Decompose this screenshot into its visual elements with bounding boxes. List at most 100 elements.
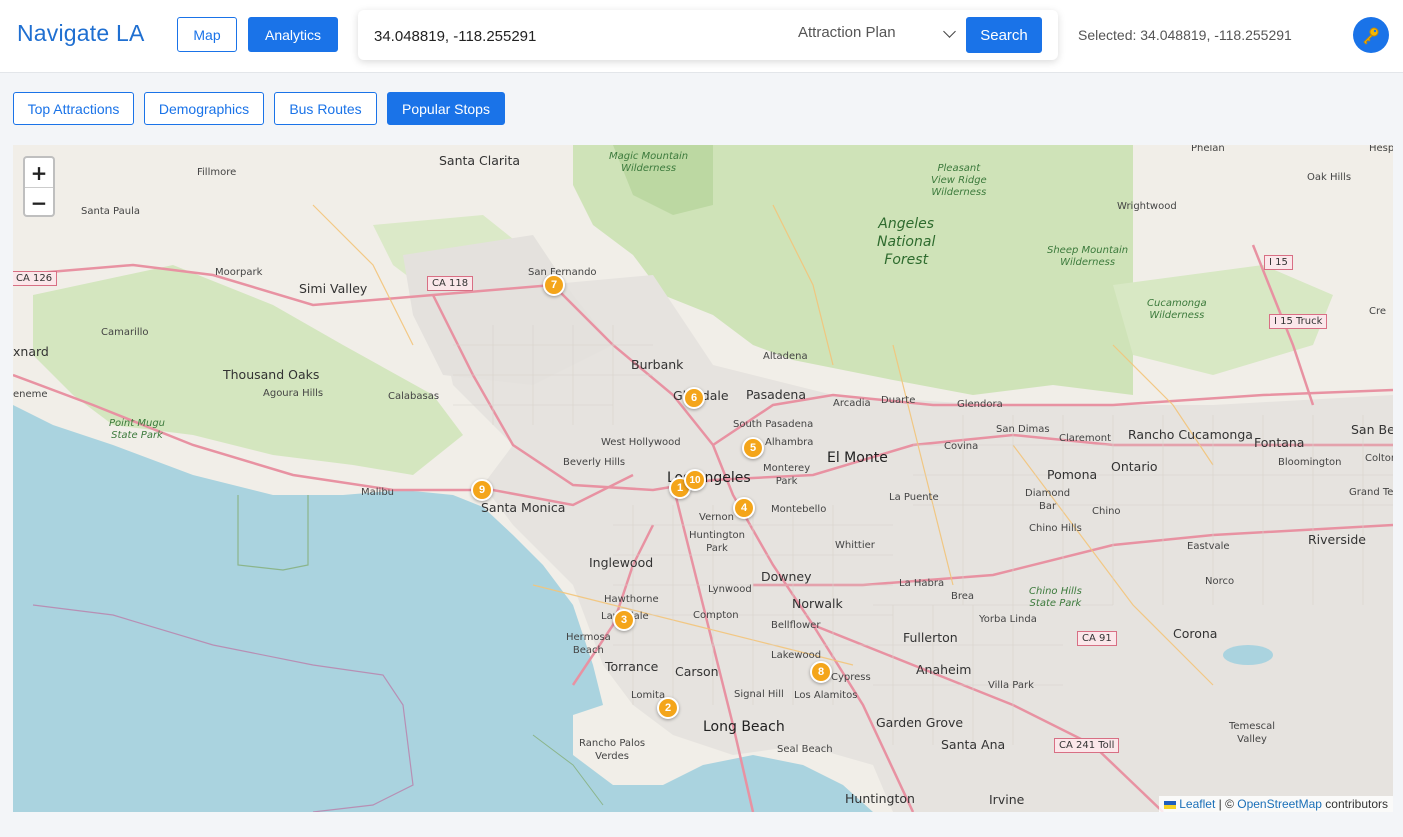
map-label-beverly-hills: Beverly Hills: [563, 457, 626, 468]
map-label-camarillo: Camarillo: [101, 327, 149, 338]
nav-analytics-button[interactable]: Analytics: [248, 17, 338, 52]
map-label-inglewood: Inglewood: [589, 555, 654, 570]
osm-link[interactable]: OpenStreetMap: [1237, 797, 1322, 811]
map-label-eastvale: Eastvale: [1187, 541, 1230, 552]
leaflet-link[interactable]: Leaflet: [1179, 797, 1215, 811]
map-label-vernon: Vernon: [699, 512, 734, 523]
map-label-santa-monica: Santa Monica: [481, 500, 566, 515]
map-label-san-fernando: San Fernando: [528, 267, 597, 278]
map-label-colton: Colton: [1365, 453, 1393, 464]
map-attribution: Leaflet | © OpenStreetMap contributors: [1159, 796, 1393, 812]
shield-ca241: CA 241 Toll: [1054, 738, 1120, 753]
map-label-san-bernardino: San Be: [1351, 422, 1393, 437]
map-label-yorba-linda: Yorba Linda: [979, 614, 1037, 625]
map-label-south-pasadena: South Pasadena: [733, 419, 814, 430]
zoom-in-button[interactable]: +: [25, 158, 53, 187]
stop-marker[interactable]: 3: [613, 609, 635, 631]
map-label-oak-hills: Oak Hills: [1307, 172, 1352, 183]
map-label-la-habra: La Habra: [899, 578, 945, 589]
map-label-seal-beach: Seal Beach: [777, 744, 833, 755]
map-label-downey: Downey: [761, 569, 812, 584]
map-label-fillmore: Fillmore: [197, 167, 237, 178]
map-label-la-puente: La Puente: [889, 492, 939, 503]
map-label-anaheim: Anaheim: [916, 662, 972, 677]
search-button[interactable]: Search: [966, 17, 1042, 53]
map-label-cucamonga: Cucamonga Wilderness: [1147, 298, 1207, 321]
map-label-angeles-forest: Angeles National Forest: [877, 216, 936, 268]
map-label-rancho-cucamonga: Rancho Cucamonga: [1128, 427, 1253, 442]
map-label-eneme: eneme: [13, 389, 48, 400]
tab-popular-stops[interactable]: Popular Stops: [387, 92, 505, 125]
map-label-bloomington: Bloomington: [1278, 457, 1342, 468]
plan-select-value: Attraction Plan: [798, 24, 896, 41]
api-key-button[interactable]: [1353, 17, 1389, 53]
map-label-villa-park: Villa Park: [988, 680, 1034, 691]
map-label-chino: Chino: [1092, 506, 1121, 517]
map-label-torrance: Torrance: [605, 659, 659, 674]
tab-top-attractions[interactable]: Top Attractions: [13, 92, 134, 125]
stop-marker[interactable]: 7: [543, 274, 565, 296]
map-label-el-monte: El Monte: [827, 450, 888, 466]
map-label-norwalk: Norwalk: [792, 596, 843, 611]
map-label-diamond-bar: Diamond Bar: [1025, 488, 1071, 512]
zoom-out-button[interactable]: −: [25, 188, 53, 217]
map-label-arcadia: Arcadia: [833, 398, 871, 409]
tab-demographics[interactable]: Demographics: [144, 92, 264, 125]
stop-marker[interactable]: 2: [657, 697, 679, 719]
tab-bus-routes[interactable]: Bus Routes: [274, 92, 377, 125]
coordinate-search-input[interactable]: [372, 22, 756, 50]
map-label-hawthorne: Hawthorne: [604, 594, 659, 605]
map-label-bellflower: Bellflower: [771, 620, 821, 631]
map-label-long-beach: Long Beach: [703, 719, 785, 735]
map-label-chino-hills: Chino Hills: [1029, 523, 1082, 534]
map-label-west-hollywood: West Hollywood: [601, 437, 681, 448]
search-box: Attraction Plan Search: [358, 10, 1058, 60]
map-label-irvine: Irvine: [989, 792, 1025, 807]
map-label-malibu: Malibu: [361, 487, 394, 498]
zoom-control: + −: [23, 156, 55, 217]
top-bar: Navigate LA Map Analytics Attraction Pla…: [0, 0, 1403, 73]
map-label-norco: Norco: [1205, 576, 1235, 587]
map-label-burbank: Burbank: [631, 357, 684, 372]
map-label-rancho-palos-verdes: Rancho Palos Verdes: [579, 738, 646, 762]
map-label-huntington-park: Huntington Park: [689, 530, 745, 554]
key-icon: [1363, 27, 1379, 45]
map-label-phelan: Phelan: [1191, 145, 1225, 154]
map-label-alhambra: Alhambra: [765, 437, 814, 448]
stop-marker[interactable]: 8: [810, 661, 832, 683]
map-label-point-mugu: Point Mugu State Park: [109, 418, 166, 441]
stop-marker[interactable]: 6: [683, 387, 705, 409]
shield-ca91: CA 91: [1077, 631, 1117, 646]
attribution-contributors: contributors: [1321, 797, 1388, 811]
shield-ca118: CA 118: [427, 276, 474, 291]
selected-coordinates: Selected: 34.048819, -118.255291: [1078, 27, 1292, 43]
map-label-compton: Compton: [693, 610, 739, 621]
map-label-brea: Brea: [951, 591, 975, 602]
map-label-montebello: Montebello: [771, 504, 827, 515]
map-label-hesperia: Hesp: [1369, 145, 1393, 154]
brand-title[interactable]: Navigate LA: [17, 20, 145, 47]
shield-i15: I 15: [1264, 255, 1293, 270]
stop-marker[interactable]: 9: [471, 479, 493, 501]
map-label-glendora: Glendora: [957, 399, 1003, 410]
map-label-duarte: Duarte: [881, 395, 916, 406]
plan-select[interactable]: Attraction Plan: [798, 24, 958, 46]
stop-marker[interactable]: 10: [684, 469, 706, 491]
map-label-fontana: Fontana: [1254, 435, 1305, 450]
ukraine-flag-icon: [1164, 800, 1177, 809]
map-label-lynwood: Lynwood: [708, 584, 752, 595]
stop-marker[interactable]: 4: [733, 497, 755, 519]
map-label-thousand-oaks: Thousand Oaks: [223, 367, 320, 382]
map-label-santa-ana: Santa Ana: [941, 737, 1006, 752]
map-label-grand-terrace: Grand Ter: [1349, 487, 1393, 498]
stop-marker[interactable]: 5: [742, 437, 764, 459]
map-label-hermosa-beach: Hermosa Beach: [566, 632, 611, 656]
map-label-los-alamitos: Los Alamitos: [794, 690, 858, 701]
map-label-garden-grove: Garden Grove: [876, 715, 964, 730]
map-view[interactable]: Santa Clarita Fillmore Santa Paula Moorp…: [13, 145, 1393, 812]
nav-map-button[interactable]: Map: [177, 17, 237, 52]
map-label-lakewood: Lakewood: [771, 650, 822, 661]
map-label-corona: Corona: [1173, 626, 1218, 641]
map-label-moorpark: Moorpark: [215, 267, 263, 278]
map-label-sheep-mountain: Sheep Mountain Wilderness: [1047, 245, 1129, 268]
